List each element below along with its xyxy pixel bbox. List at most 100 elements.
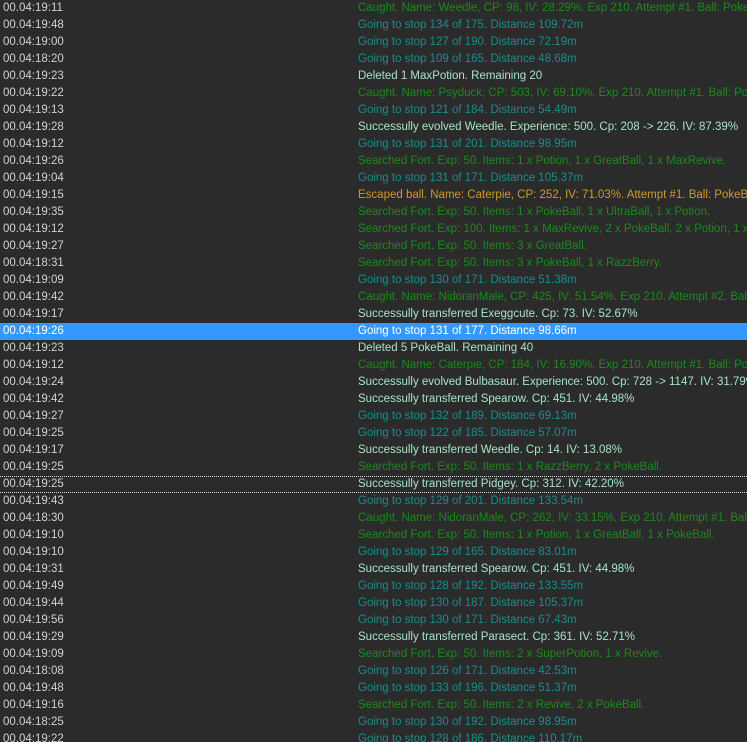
log-message: Searched Fort. Exp: 50. Items: 3 x PokeB… — [358, 257, 663, 269]
log-timestamp: 00.04:19:17 — [3, 444, 64, 456]
log-row[interactable]: 00.04:19:42 Successully transferred Spear… — [0, 391, 747, 408]
log-row[interactable]: 00.04:19:09 Going to stop 130 of 171. Dis… — [0, 272, 747, 289]
log-row[interactable]: 00.04:19:11 Caught. Name: Weedle, CP: 98,… — [0, 0, 747, 17]
log-message: Going to stop 122 of 185. Distance 57.07… — [358, 427, 577, 439]
log-row[interactable]: 00.04:19:44 Going to stop 130 of 187. Dis… — [0, 595, 747, 612]
log-row[interactable]: 00.04:19:35 Searched Fort. Exp: 50. Items… — [0, 204, 747, 221]
log-timestamp: 00.04:19:56 — [3, 614, 64, 626]
log-timestamp: 00.04:19:09 — [3, 648, 64, 660]
log-message: Deleted 5 PokeBall. Remaining 40 — [358, 342, 534, 354]
log-message: Searched Fort. Exp: 50. Items: 2 x Reviv… — [358, 699, 645, 711]
log-message: Searched Fort. Exp: 50. Items: 1 x PokeB… — [358, 206, 711, 218]
log-timestamp: 00.04:19:15 — [3, 189, 64, 201]
log-timestamp: 00.04:19:43 — [3, 495, 64, 507]
log-message: Successully evolved Weedle. Experience: … — [358, 121, 739, 133]
log-row[interactable]: 00.04:19:49 Going to stop 128 of 192. Dis… — [0, 578, 747, 595]
log-row[interactable]: 00.04:19:31 Successully transferred Spear… — [0, 561, 747, 578]
log-timestamp: 00.04:19:11 — [3, 2, 63, 14]
log-timestamp: 00.04:19:12 — [3, 223, 64, 235]
log-message: Deleted 1 MaxPotion. Remaining 20 — [358, 70, 543, 82]
log-timestamp: 00.04:19:25 — [3, 478, 64, 490]
log-message: Escaped ball. Name: Caterpie, CP: 252, I… — [358, 189, 747, 201]
log-message: Caught. Name: Psyduck, CP: 503, IV: 69.1… — [358, 87, 747, 99]
log-message: Going to stop 128 of 186. Distance 110.1… — [358, 733, 583, 742]
log-message: Going to stop 109 of 165. Distance 48.68… — [358, 53, 577, 65]
log-row[interactable]: 00.04:19:12 Searched Fort. Exp: 100. Item… — [0, 221, 747, 238]
log-timestamp: 00.04:19:31 — [3, 563, 64, 575]
log-row[interactable]: 00.04:19:10 Going to stop 129 of 165. Dis… — [0, 544, 747, 561]
log-row[interactable]: 00.04:19:42 Caught. Name: NidoranMale, CP… — [0, 289, 747, 306]
log-message: Going to stop 130 of 192. Distance 98.95… — [358, 716, 577, 728]
log-message: Successully transferred Parasect. Cp: 36… — [358, 631, 635, 643]
log-message: Going to stop 130 of 187. Distance 105.3… — [358, 597, 584, 609]
log-message: Caught. Name: NidoranMale, CP: 425, IV: … — [358, 291, 747, 303]
log-timestamp: 00.04:19:00 — [3, 36, 64, 48]
log-row[interactable]: 00.04:19:48 Going to stop 133 of 196. Dis… — [0, 680, 747, 697]
log-row[interactable]: 00.04:19:22 Caught. Name: Psyduck, CP: 50… — [0, 85, 747, 102]
log-timestamp: 00.04:19:42 — [3, 393, 64, 405]
log-message: Searched Fort. Exp: 50. Items: 1 x Potio… — [358, 529, 715, 541]
log-row[interactable]: 00.04:19:00 Going to stop 127 of 190. Dis… — [0, 34, 747, 51]
log-row[interactable]: 00.04:19:23 Deleted 5 PokeBall. Remaining… — [0, 340, 747, 357]
log-timestamp: 00.04:19:12 — [3, 138, 64, 150]
log-row[interactable]: 00.04:19:25 Going to stop 122 of 185. Dis… — [0, 425, 747, 442]
log-row[interactable]: 00.04:18:31 Searched Fort. Exp: 50. Items… — [0, 255, 747, 272]
log-message: Searched Fort. Exp: 50. Items: 1 x RazzB… — [358, 461, 663, 473]
log-timestamp: 00.04:19:26 — [3, 325, 64, 337]
log-row[interactable]: 00.04:19:24 Successully evolved Bulbasaur… — [0, 374, 747, 391]
log-row[interactable]: 00.04:19:09 Searched Fort. Exp: 50. Items… — [0, 646, 747, 663]
log-message: Going to stop 131 of 177. Distance 98.66… — [358, 325, 577, 337]
log-timestamp: 00.04:19:10 — [3, 546, 64, 558]
log-row[interactable]: 00.04:19:27 Searched Fort. Exp: 50. Items… — [0, 238, 747, 255]
log-message: Going to stop 130 of 171. Distance 51.38… — [358, 274, 577, 286]
log-row[interactable]: 00.04:19:12 Going to stop 131 of 201. Dis… — [0, 136, 747, 153]
log-row[interactable]: 00.04:19:22 Going to stop 128 of 186. Dis… — [0, 731, 747, 742]
log-message: Successully transferred Exeggcute. Cp: 7… — [358, 308, 638, 320]
log-message: Successully transferred Spearow. Cp: 451… — [358, 563, 635, 575]
log-row[interactable]: 00.04:18:08 Going to stop 126 of 171. Dis… — [0, 663, 747, 680]
log-row[interactable]: 00.04:18:20 Going to stop 109 of 165. Dis… — [0, 51, 747, 68]
log-timestamp: 00.04:19:23 — [3, 342, 64, 354]
log-row[interactable]: 00.04:19:13 Going to stop 121 of 184. Dis… — [0, 102, 747, 119]
log-timestamp: 00.04:19:09 — [3, 274, 64, 286]
log-timestamp: 00.04:19:42 — [3, 291, 64, 303]
log-message: Going to stop 131 of 171. Distance 105.3… — [358, 172, 584, 184]
log-timestamp: 00.04:18:31 — [3, 257, 64, 269]
log-row[interactable]: 00.04:19:23 Deleted 1 MaxPotion. Remainin… — [0, 68, 747, 85]
log-message: Going to stop 132 of 189. Distance 69.13… — [358, 410, 577, 422]
log-row[interactable]: 00.04:19:10 Searched Fort. Exp: 50. Items… — [0, 527, 747, 544]
log-row[interactable]: 00.04:19:16 Searched Fort. Exp: 50. Items… — [0, 697, 747, 714]
log-row[interactable]: 00.04:18:25 Going to stop 130 of 192. Dis… — [0, 714, 747, 731]
log-row[interactable]: 00.04:19:25 Successully transferred Pidge… — [0, 476, 747, 493]
log-message: Successully transferred Spearow. Cp: 451… — [358, 393, 635, 405]
log-row[interactable]: 00.04:19:12 Caught. Name: Caterpie, CP: 1… — [0, 357, 747, 374]
log-row[interactable]: 00.04:19:17 Successully transferred Weedl… — [0, 442, 747, 459]
log-row[interactable]: 00.04:19:56 Going to stop 130 of 171. Dis… — [0, 612, 747, 629]
log-row[interactable]: 00.04:19:48 Going to stop 134 of 175. Dis… — [0, 17, 747, 34]
log-timestamp: 00.04:18:08 — [3, 665, 64, 677]
log-timestamp: 00.04:19:27 — [3, 410, 64, 422]
log-message: Going to stop 133 of 196. Distance 51.37… — [358, 682, 577, 694]
log-row[interactable]: 00.04:19:17 Successully transferred Exegg… — [0, 306, 747, 323]
log-row[interactable]: 00.04:19:26 Going to stop 131 of 177. Dis… — [0, 323, 747, 340]
log-row[interactable]: 00.04:19:25 Searched Fort. Exp: 50. Items… — [0, 459, 747, 476]
log-row[interactable]: 00.04:19:04 Going to stop 131 of 171. Dis… — [0, 170, 747, 187]
log-timestamp: 00.04:19:24 — [3, 376, 64, 388]
log-message: Going to stop 128 of 192. Distance 133.5… — [358, 580, 584, 592]
log-row[interactable]: 00.04:19:29 Successully transferred Paras… — [0, 629, 747, 646]
log-row[interactable]: 00.04:19:27 Going to stop 132 of 189. Dis… — [0, 408, 747, 425]
log-row[interactable]: 00.04:19:15 Escaped ball. Name: Caterpie,… — [0, 187, 747, 204]
log-row[interactable]: 00.04:19:26 Searched Fort. Exp: 50. Items… — [0, 153, 747, 170]
log-row[interactable]: 00.04:19:43 Going to stop 129 of 201. Dis… — [0, 493, 747, 510]
log-timestamp: 00.04:19:25 — [3, 461, 64, 473]
log-timestamp: 00.04:19:26 — [3, 155, 64, 167]
log-timestamp: 00.04:19:22 — [3, 87, 64, 99]
log-timestamp: 00.04:18:30 — [3, 512, 64, 524]
log-message: Successully transferred Pidgey. Cp: 312.… — [358, 478, 624, 490]
log-message: Going to stop 127 of 190. Distance 72.19… — [358, 36, 577, 48]
log-row[interactable]: 00.04:19:28 Successully evolved Weedle. E… — [0, 119, 747, 136]
log-message: Going to stop 121 of 184. Distance 54.49… — [358, 104, 577, 116]
log-list[interactable]: 00.04:19:11 Caught. Name: Weedle, CP: 98,… — [0, 0, 747, 742]
log-row[interactable]: 00.04:18:30 Caught. Name: NidoranMale, CP… — [0, 510, 747, 527]
log-timestamp: 00.04:19:13 — [3, 104, 64, 116]
